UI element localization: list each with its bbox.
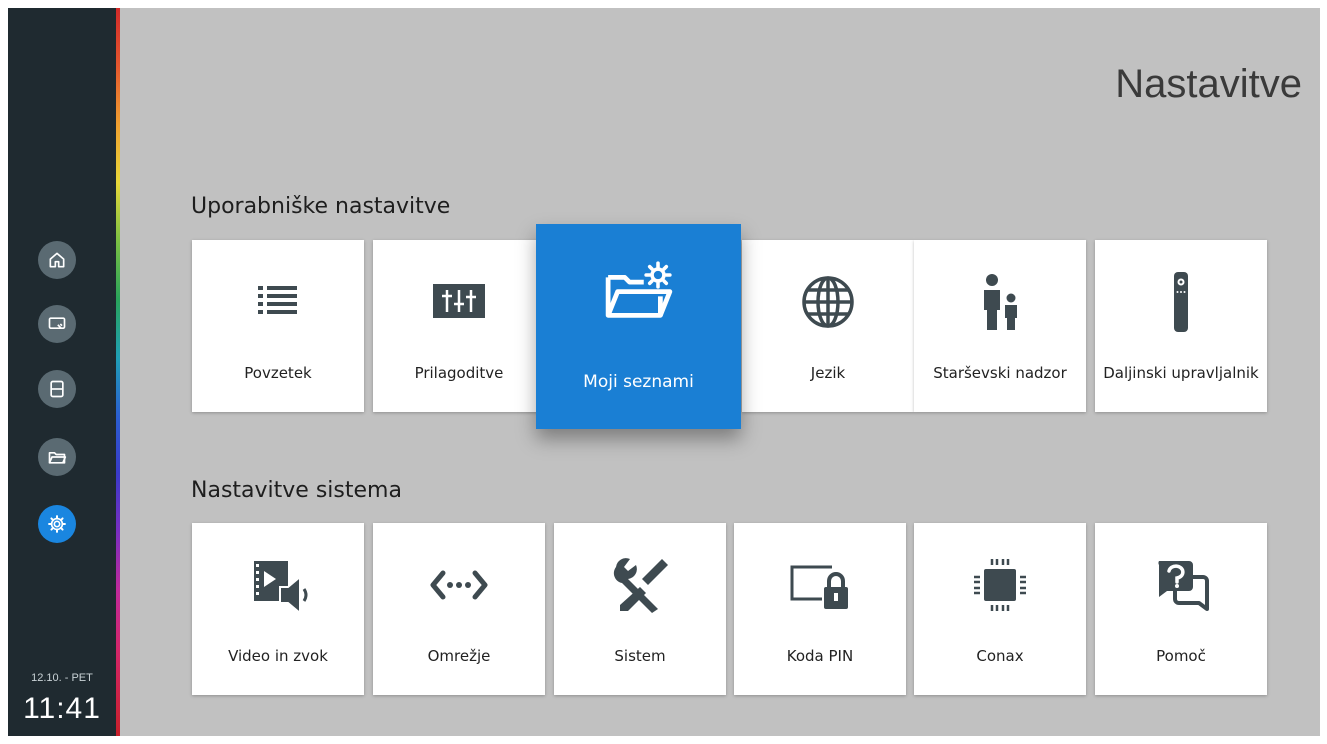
sidebar: 12.10. - PET 11:41 <box>8 8 116 736</box>
chip-icon <box>974 559 1026 611</box>
tile-label: Starševski nadzor <box>933 364 1067 382</box>
tile-conax[interactable]: Conax <box>914 523 1086 695</box>
tile-label: Povzetek <box>244 364 312 382</box>
app-frame: 12.10. - PET 11:41 Nastavitve Uporabnišk… <box>8 8 1320 736</box>
sliders-icon <box>433 284 485 318</box>
film-icon <box>50 380 64 398</box>
folder-settings-icon <box>605 261 672 318</box>
tv-guide-icon <box>48 317 66 329</box>
tile-label: Sistem <box>614 647 666 665</box>
tile-povzetek[interactable]: Povzetek <box>192 240 364 412</box>
clock-date: 12.10. - PET <box>31 672 93 684</box>
tile-label: Omrežje <box>427 647 491 665</box>
nav-tv-guide-button[interactable] <box>38 305 76 343</box>
tile-label: Pomoč <box>1156 647 1206 665</box>
gear-icon <box>48 515 66 533</box>
tile-label: Koda PIN <box>786 647 854 665</box>
tile-prilagoditve[interactable]: Prilagoditve <box>373 240 545 412</box>
nav-home-button[interactable] <box>38 241 76 279</box>
remote-control-icon <box>1174 272 1188 332</box>
tile-sistem[interactable]: Sistem <box>554 523 726 695</box>
list-icon <box>258 286 297 314</box>
tile-label: Prilagoditve <box>414 364 504 382</box>
page-title: Nastavitve <box>1115 62 1302 106</box>
tile-video-in-zvok[interactable]: Video in zvok <box>192 523 364 695</box>
tile-label: Video in zvok <box>228 647 328 665</box>
tools-icon <box>613 558 668 613</box>
tile-jezik[interactable]: Jezik <box>742 240 914 412</box>
section-title-user-settings: Uporabniške nastavitve <box>191 194 451 219</box>
tile-pomoc[interactable]: Pomoč <box>1095 523 1267 695</box>
home-icon <box>49 252 65 268</box>
section-title-system-settings: Nastavitve sistema <box>191 478 402 503</box>
video-audio-icon <box>254 561 308 616</box>
help-icon <box>1158 561 1209 611</box>
clock-time: 11:41 <box>23 692 101 725</box>
tile-daljinski-upravljalnik[interactable]: Daljinski upravljalnik <box>1095 240 1267 412</box>
network-icon <box>430 570 488 600</box>
parent-child-icon <box>984 274 1017 330</box>
nav-folder-button[interactable] <box>38 438 76 476</box>
tile-omrezje[interactable]: Omrežje <box>373 523 545 695</box>
tile-moji-seznami[interactable]: Moji seznami <box>536 224 741 429</box>
tile-label: Conax <box>976 647 1024 665</box>
nav-film-button[interactable] <box>38 370 76 408</box>
globe-icon <box>802 276 854 328</box>
tile-label: Moji seznami <box>583 372 694 392</box>
folder-icon <box>48 452 67 464</box>
tile-label: Jezik <box>810 364 846 382</box>
tile-starsevski-nadzor[interactable]: Starševski nadzor <box>914 240 1086 412</box>
nav-settings-button[interactable] <box>38 505 76 543</box>
pin-lock-icon <box>790 565 848 609</box>
tile-koda-pin[interactable]: Koda PIN <box>734 523 906 695</box>
sidebar-accent-stripe <box>116 8 120 736</box>
tile-label: Daljinski upravljalnik <box>1103 364 1259 382</box>
